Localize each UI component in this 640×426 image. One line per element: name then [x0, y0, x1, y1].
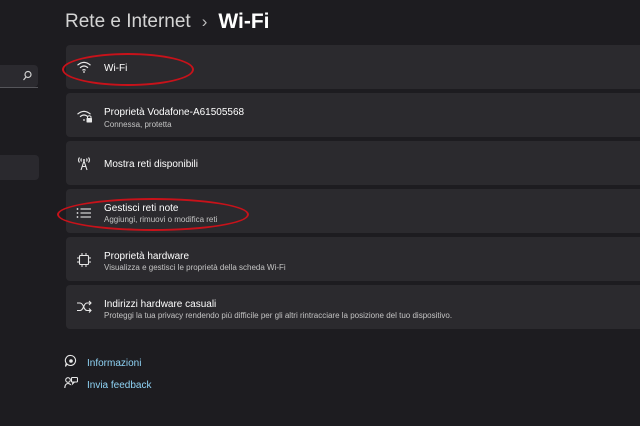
breadcrumb-separator: › — [201, 12, 208, 31]
wifi-secure-icon — [76, 109, 93, 128]
random-addresses-label: Indirizzi hardware casuali — [104, 299, 217, 310]
hardware-properties-row[interactable]: Proprietà hardware Visualizza e gestisci… — [66, 237, 640, 281]
random-addresses-description: Proteggi la tua privacy rendendo più dif… — [104, 311, 453, 320]
show-available-networks-row[interactable]: Mostra reti disponibili — [66, 141, 640, 185]
feedback-icon — [64, 376, 79, 395]
info-link[interactable]: Informazioni — [64, 354, 142, 373]
sidebar-item-selected[interactable] — [0, 155, 39, 180]
hardware-properties-description: Visualizza e gestisci le proprietà della… — [104, 263, 286, 272]
info-link-label: Informazioni — [87, 357, 142, 369]
manage-known-networks-row[interactable]: Gestisci reti note Aggiungi, rimuovi o m… — [66, 189, 640, 233]
breadcrumb-parent[interactable]: Rete e Internet — [65, 11, 191, 33]
network-name: Proprietà Vodafone-A61505568 — [104, 107, 245, 118]
feedback-link-label: Invia feedback — [87, 379, 152, 391]
show-networks-label: Mostra reti disponibili — [104, 159, 198, 170]
network-properties-row[interactable]: Proprietà Vodafone-A61505568 Connessa, p… — [66, 93, 640, 137]
breadcrumb: Rete e Internet › Wi-Fi — [65, 8, 270, 36]
shuffle-icon — [76, 300, 92, 319]
wifi-icon — [76, 60, 92, 79]
hardware-properties-label: Proprietà hardware — [104, 251, 190, 262]
sidebar-search-box[interactable] — [0, 65, 38, 87]
feedback-link[interactable]: Invia feedback — [64, 376, 152, 395]
random-hardware-addresses-row[interactable]: Indirizzi hardware casuali Proteggi la t… — [66, 285, 640, 329]
list-icon — [76, 206, 92, 224]
search-icon — [22, 69, 32, 87]
antenna-icon — [76, 155, 92, 176]
network-status: Connessa, protetta — [104, 120, 172, 129]
manage-networks-description: Aggiungi, rimuovi o modifica reti — [104, 215, 218, 224]
help-chat-icon — [64, 354, 78, 373]
sidebar-divider — [0, 87, 38, 88]
manage-networks-label: Gestisci reti note — [104, 203, 179, 214]
settings-window: Rete e Internet › Wi-Fi Wi-Fi Proprietà … — [0, 0, 640, 426]
wifi-label: Wi-Fi — [104, 63, 128, 74]
chip-icon — [76, 252, 92, 273]
wifi-toggle-row[interactable]: Wi-Fi — [66, 45, 640, 89]
page-title: Wi-Fi — [218, 10, 270, 33]
